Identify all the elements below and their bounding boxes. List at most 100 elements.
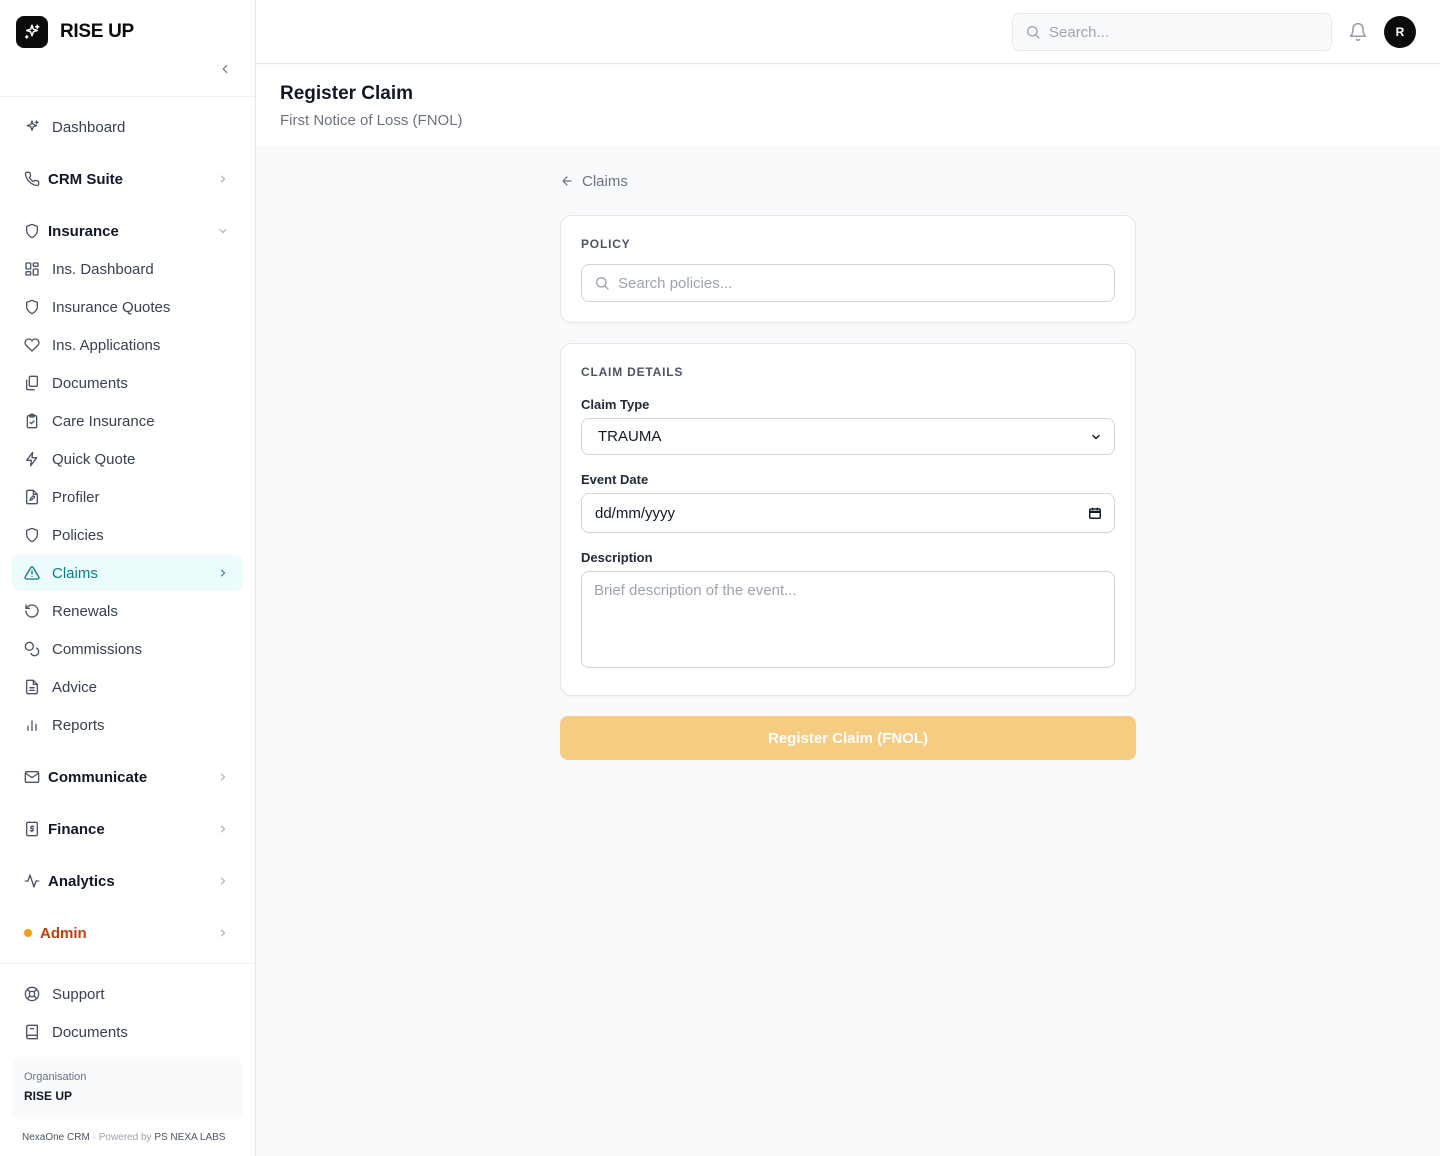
layout-grid-icon bbox=[24, 261, 40, 277]
chevron-right-icon bbox=[217, 823, 229, 835]
footer-company-name: PS NEXA LABS bbox=[154, 1132, 226, 1143]
avatar[interactable]: R bbox=[1384, 16, 1416, 48]
life-buoy-icon bbox=[24, 986, 40, 1002]
search-icon bbox=[1025, 24, 1041, 40]
arrow-left-icon bbox=[560, 174, 574, 188]
chevron-right-icon bbox=[217, 875, 229, 887]
sidebar-item-support[interactable]: Support bbox=[12, 976, 243, 1012]
mail-icon bbox=[24, 769, 40, 785]
alert-triangle-icon bbox=[24, 565, 40, 581]
sidebar-item-quick-quote[interactable]: Quick Quote bbox=[12, 441, 243, 477]
sparkles-icon bbox=[24, 119, 40, 135]
sidebar-item-label: Ins. Dashboard bbox=[52, 260, 154, 278]
sidebar-item-commissions[interactable]: Commissions bbox=[12, 631, 243, 667]
sidebar-item-dashboard[interactable]: Dashboard bbox=[12, 109, 243, 145]
chevron-right-icon bbox=[217, 173, 229, 185]
heart-icon bbox=[24, 337, 40, 353]
sidebar-item-reports[interactable]: Reports bbox=[12, 707, 243, 743]
sidebar-item-profiler[interactable]: Profiler bbox=[12, 479, 243, 515]
organisation-name: RISE UP bbox=[24, 1089, 73, 1103]
sidebar-section-insurance[interactable]: Insurance bbox=[12, 213, 243, 249]
file-text-icon bbox=[24, 679, 40, 695]
sidebar-item-ins-dashboard[interactable]: Ins. Dashboard bbox=[12, 251, 243, 287]
page-title: Register Claim bbox=[280, 83, 414, 104]
sidebar-section-label: Analytics bbox=[48, 872, 115, 890]
phone-icon bbox=[24, 171, 40, 187]
claim-type-select[interactable]: TRAUMA bbox=[581, 418, 1115, 455]
sidebar-section-finance[interactable]: Finance bbox=[12, 811, 243, 847]
sidebar-item-label: Support bbox=[52, 985, 105, 1003]
files-icon bbox=[24, 375, 40, 391]
sidebar-item-policies[interactable]: Policies bbox=[12, 517, 243, 553]
sidebar-item-documents[interactable]: Documents bbox=[12, 365, 243, 401]
sidebar-footer: NexaOne CRM · Powered by PS NEXA LABS bbox=[22, 1132, 225, 1143]
sidebar-item-label: Dashboard bbox=[52, 118, 126, 136]
claim-type-value: TRAUMA bbox=[598, 428, 662, 445]
claim-details-card: CLAIM DETAILS Claim Type TRAUMA Event Da… bbox=[560, 343, 1136, 696]
sidebar-item-claims[interactable]: Claims bbox=[12, 555, 243, 591]
shield-icon bbox=[24, 527, 40, 543]
register-claim-button[interactable]: Register Claim (FNOL) bbox=[560, 716, 1136, 760]
collapse-sidebar-button[interactable] bbox=[214, 58, 236, 80]
book-icon bbox=[24, 1024, 40, 1040]
claim-type-label: Claim Type bbox=[581, 397, 650, 412]
sidebar-section-admin[interactable]: Admin bbox=[12, 915, 243, 951]
global-search-input[interactable] bbox=[1049, 23, 1309, 41]
bar-chart-icon bbox=[24, 717, 40, 733]
zap-icon bbox=[24, 451, 40, 467]
coins-icon bbox=[24, 641, 40, 657]
policy-card: POLICY bbox=[560, 215, 1136, 323]
back-to-claims-link[interactable]: Claims bbox=[560, 171, 628, 191]
sidebar-item-label: Claims bbox=[52, 564, 98, 582]
policy-search-field[interactable] bbox=[581, 264, 1115, 302]
sidebar-section-crm-suite[interactable]: CRM Suite bbox=[12, 161, 243, 197]
organisation-card: Organisation RISE UP bbox=[12, 1059, 243, 1119]
sidebar-section-communicate[interactable]: Communicate bbox=[12, 759, 243, 795]
search-icon bbox=[594, 275, 610, 291]
brand[interactable]: RISE UP bbox=[16, 16, 134, 48]
sidebar-item-label: Documents bbox=[52, 374, 128, 392]
calendar-icon[interactable] bbox=[1088, 506, 1102, 520]
description-field[interactable] bbox=[581, 571, 1115, 668]
sidebar-item-label: Insurance Quotes bbox=[52, 298, 171, 316]
sidebar-item-care-insurance[interactable]: Care Insurance bbox=[12, 403, 243, 439]
sidebar-item-insurance-quotes[interactable]: Insurance Quotes bbox=[12, 289, 243, 325]
sidebar-item-label: Documents bbox=[52, 1023, 128, 1041]
description-label: Description bbox=[581, 550, 653, 565]
sidebar-item-label: Profiler bbox=[52, 488, 100, 506]
chevron-right-icon bbox=[217, 567, 229, 579]
event-date-label: Event Date bbox=[581, 472, 649, 487]
sidebar-section-analytics[interactable]: Analytics bbox=[12, 863, 243, 899]
rotate-ccw-icon bbox=[24, 603, 40, 619]
page-header: Register Claim First Notice of Loss (FNO… bbox=[256, 65, 1440, 146]
event-date-field[interactable]: dd/mm/yyyy bbox=[581, 493, 1115, 533]
sidebar-item-label: Care Insurance bbox=[52, 412, 155, 430]
event-date-value: dd/mm/yyyy bbox=[595, 504, 676, 522]
sidebar-section-label: Communicate bbox=[48, 768, 148, 786]
organisation-label: Organisation bbox=[24, 1071, 87, 1083]
bell-icon[interactable] bbox=[1348, 22, 1368, 42]
sidebar-item-help-documents[interactable]: Documents bbox=[12, 1014, 243, 1050]
policy-search-input[interactable] bbox=[618, 274, 1098, 292]
sidebar-divider bbox=[0, 963, 255, 964]
back-link-label: Claims bbox=[582, 172, 628, 190]
sidebar-section-label: Admin bbox=[40, 924, 87, 942]
sidebar-section-label: Insurance bbox=[48, 222, 119, 240]
sidebar-item-advice[interactable]: Advice bbox=[12, 669, 243, 705]
receipt-dollar-icon bbox=[24, 821, 40, 837]
clipboard-check-icon bbox=[24, 413, 40, 429]
sidebar-divider bbox=[0, 96, 255, 97]
shield-icon bbox=[24, 299, 40, 315]
topbar: R bbox=[256, 0, 1440, 64]
sidebar-section-label: CRM Suite bbox=[48, 170, 123, 188]
global-search[interactable] bbox=[1012, 13, 1332, 51]
description-textarea[interactable] bbox=[594, 582, 1102, 656]
sidebar: RISE UP Dashboard CRM Suite Insurance In… bbox=[0, 0, 256, 1156]
sparkle-logo-icon bbox=[16, 16, 48, 48]
sidebar-item-renewals[interactable]: Renewals bbox=[12, 593, 243, 629]
sidebar-item-ins-applications[interactable]: Ins. Applications bbox=[12, 327, 243, 363]
sidebar-item-label: Advice bbox=[52, 678, 98, 696]
sidebar-item-label: Policies bbox=[52, 526, 104, 544]
sidebar-item-label: Reports bbox=[52, 716, 105, 734]
activity-icon bbox=[24, 873, 40, 889]
